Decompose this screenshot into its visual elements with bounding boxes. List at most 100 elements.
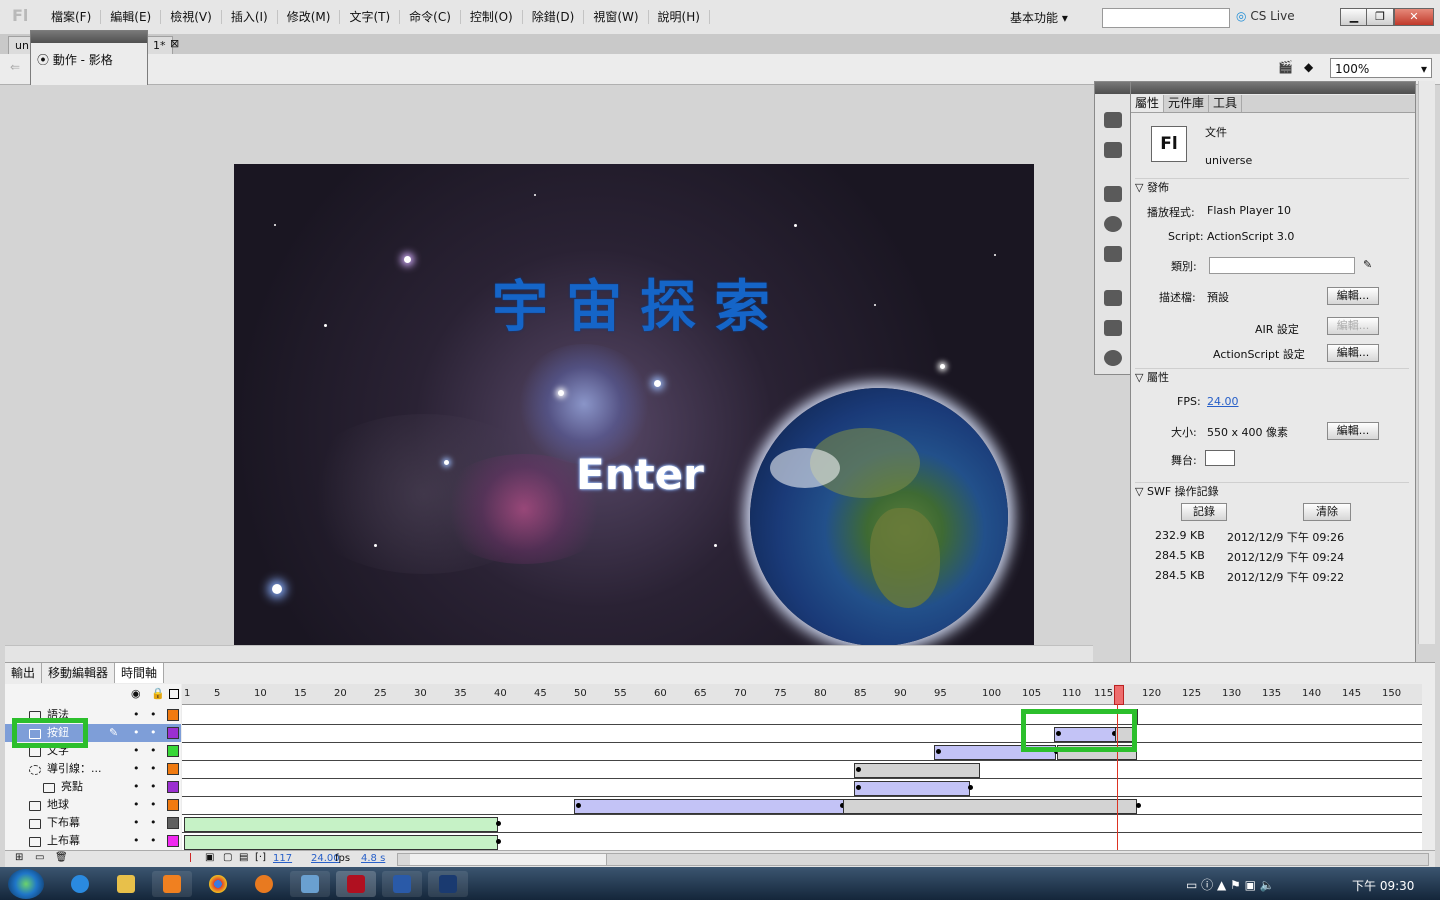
stage[interactable]: 宇宙探索 Enter [234,164,1034,645]
frame-row[interactable] [182,778,1422,797]
doc-tab-2[interactable]: 1* [146,36,173,54]
taskbar-chrome[interactable] [198,871,238,897]
frame-ruler[interactable]: 1 5 10 15 20 25 30 35 40 45 50 55 60 65 … [182,684,1422,705]
keyframe[interactable] [856,767,861,772]
keyframe[interactable] [1136,803,1141,808]
current-frame[interactable]: 117 [273,853,292,864]
eye-icon[interactable]: ◉ [131,687,141,700]
menu-commands[interactable]: 命令(C) [400,10,461,24]
keyframe[interactable] [576,803,581,808]
components-icon[interactable] [1104,320,1122,336]
static-frames[interactable] [854,763,980,778]
frame-row[interactable] [182,706,1422,725]
actions-panel-title[interactable]: 動作 - 影格 [53,53,113,67]
taskbar-app[interactable] [290,871,330,897]
edit-multiple-frames-icon[interactable]: ▤ [239,852,248,863]
search-input[interactable] [1102,8,1230,28]
layer-row[interactable]: 下布幕 • • [5,814,181,832]
frame-row[interactable] [182,814,1422,833]
stage-color-swatch[interactable] [1205,450,1235,466]
frame-row[interactable] [182,742,1422,761]
info-icon[interactable] [1104,216,1122,232]
edit-symbol-icon[interactable]: ◆ [1304,60,1313,74]
outline-icon[interactable] [169,689,179,699]
fps-value[interactable]: 24.00 [1207,395,1239,408]
taskbar-firefox[interactable] [244,871,284,897]
frame-row[interactable] [182,796,1422,815]
tab-tools[interactable]: 工具 [1209,95,1243,112]
pencil-icon[interactable]: ✎ [1363,258,1372,271]
motion-tween[interactable] [574,799,844,814]
tab-motion-editor[interactable]: 移動編輯器 [42,663,116,683]
keyframe[interactable] [496,821,501,826]
transform-icon[interactable] [1104,246,1122,262]
swf-history-section-header[interactable]: ▽ SWF 操作記錄 [1135,482,1409,498]
props-section-header[interactable]: ▽ 屬性 [1135,368,1409,384]
tab-library[interactable]: 元件庫 [1164,95,1210,112]
minimize-button[interactable]: ▁ [1340,8,1368,26]
menu-edit[interactable]: 編輯(E) [101,10,162,24]
code-snippets-icon[interactable] [1104,290,1122,306]
onion-outline-icon[interactable]: ▢ [223,852,232,863]
maximize-button[interactable]: ❐ [1366,8,1394,26]
stage-horizontal-scrollbar[interactable] [5,645,1093,662]
edit-air-button[interactable]: 編輯... [1327,317,1379,335]
taskbar-word[interactable] [382,871,422,897]
log-button[interactable]: 記錄 [1181,503,1227,521]
menu-help[interactable]: 說明(H) [649,10,710,24]
tray-icons[interactable]: ▭ ⓘ ▲ ⚑ ▣ 🔈 [1186,876,1275,893]
taskbar-media[interactable] [152,871,192,897]
color-icon[interactable] [1104,112,1122,128]
panel-vertical-scrollbar[interactable] [1418,81,1435,644]
edit-scene-icon[interactable]: 🎬 [1278,60,1293,74]
edit-as-button[interactable]: 編輯... [1327,344,1379,362]
taskbar-photoshop[interactable] [428,871,468,897]
motion-presets-icon[interactable] [1104,350,1122,366]
close-button[interactable]: ✕ [1394,8,1434,26]
swatches-icon[interactable] [1104,142,1122,158]
publish-section-header[interactable]: ▽ 發佈 [1135,178,1409,194]
frame-row[interactable] [182,724,1422,743]
lock-icon[interactable]: 🔒 [151,687,165,700]
layer-row[interactable]: 地球 • • [5,796,181,814]
close-tab-icon[interactable]: ⊠ [170,37,179,50]
playhead[interactable] [1114,685,1124,705]
onion-markers-icon[interactable]: [·] [255,852,266,863]
timeline-horizontal-scrollbar[interactable] [397,853,1429,866]
class-field[interactable] [1209,257,1355,274]
frames-grid[interactable] [182,684,1422,850]
motion-tween[interactable] [184,835,498,850]
keyframe[interactable] [968,785,973,790]
tab-timeline[interactable]: 時間軸 [115,663,165,683]
enter-button[interactable]: Enter [576,450,704,499]
workspace-switcher[interactable]: 基本功能 ▾ [1010,9,1068,26]
tab-output[interactable]: 輸出 [5,663,43,683]
tab-properties[interactable]: 屬性 [1131,95,1165,112]
menu-modify[interactable]: 修改(M) [278,10,341,24]
delete-layer-icon[interactable]: 🗑 [55,852,68,863]
taskbar-clock[interactable]: 下午 09:30 [1352,877,1414,894]
menu-control[interactable]: 控制(O) [461,10,523,24]
new-folder-icon[interactable]: ▭ [35,852,44,863]
layer-row[interactable]: 上布幕 • • [5,832,181,850]
keyframe[interactable] [496,839,501,844]
motion-tween[interactable] [184,817,498,832]
motion-tween[interactable] [854,781,970,796]
static-frames[interactable] [843,799,1137,814]
layer-row[interactable]: 亮點 • • [5,778,181,796]
onion-skin-icon[interactable]: ▣ [205,852,214,863]
keyframe[interactable] [936,749,941,754]
menu-text[interactable]: 文字(T) [340,10,401,24]
frame-row[interactable] [182,760,1422,779]
menu-debug[interactable]: 除錯(D) [523,10,585,24]
elapsed-time[interactable]: 4.8 s [361,853,385,864]
keyframe[interactable] [856,785,861,790]
new-layer-icon[interactable]: ⊞ [15,852,23,863]
menu-insert[interactable]: 插入(I) [222,10,278,24]
taskbar-flash[interactable] [336,871,376,897]
menu-file[interactable]: 檔案(F) [42,10,102,24]
zoom-select[interactable]: 100% ▾ [1330,58,1432,78]
align-icon[interactable] [1104,186,1122,202]
menu-view[interactable]: 檢視(V) [161,10,222,24]
center-frame-icon[interactable]: ǀ [189,852,192,863]
